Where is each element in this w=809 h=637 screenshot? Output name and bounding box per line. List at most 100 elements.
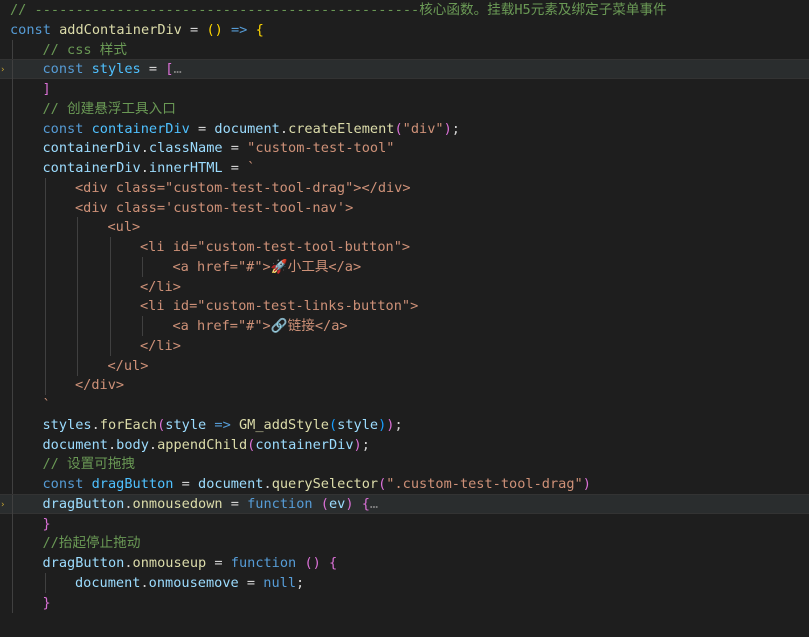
code-line[interactable]: // 设置可拖拽: [0, 454, 809, 475]
indent-guide: [44, 177, 46, 198]
code-token: ): [443, 120, 452, 137]
code-line[interactable]: </ul>: [0, 355, 809, 376]
code-line[interactable]: dragButton.onmouseup = function () {: [0, 553, 809, 573]
code-text: ]: [43, 79, 51, 99]
code-line[interactable]: document.body.appendChild(containerDiv);: [0, 434, 809, 455]
fold-marker-icon[interactable]: ›: [0, 66, 5, 75]
code-line[interactable]: styles.forEach(style => GM_addStyle(styl…: [0, 414, 809, 435]
code-token: const: [42, 476, 84, 492]
code-token: <ul>: [107, 219, 141, 236]
indent-guide: [12, 217, 13, 238]
code-line[interactable]: const addContainerDiv = () => {: [0, 20, 809, 40]
code-line[interactable]: containerDiv.innerHTML = `: [0, 158, 809, 178]
code-line[interactable]: <div class="custom-test-tool-drag"></div…: [0, 177, 809, 198]
code-line[interactable]: <li id="custom-test-tool-button">: [0, 237, 809, 257]
code-token: // 创建悬浮工具入口: [42, 100, 176, 117]
code-token: =: [140, 61, 166, 78]
code-line[interactable]: // 创建悬浮工具入口: [0, 98, 809, 119]
code-token: document: [75, 574, 141, 591]
code-token: =>: [231, 21, 248, 38]
code-token: {: [255, 21, 264, 38]
indent-guide: [12, 335, 13, 356]
indent-guide: [12, 177, 13, 198]
code-text: <ul>: [108, 217, 141, 237]
code-line[interactable]: const containerDiv = document.createElem…: [0, 118, 809, 139]
indent-guide: [77, 237, 78, 257]
code-text: }: [43, 514, 51, 534]
indent-guide: [12, 572, 13, 593]
code-token: .: [140, 160, 149, 176]
code-token: body: [116, 436, 149, 453]
code-line[interactable]: </li>: [0, 276, 809, 297]
code-text: //抬起停止拖动: [43, 533, 141, 553]
code-line[interactable]: const dragButton = document.querySelecto…: [0, 474, 809, 494]
code-token: </li>: [140, 337, 181, 354]
indent-guide: [12, 276, 13, 297]
code-token: createElement: [288, 120, 395, 137]
code-line[interactable]: // -------------------------------------…: [0, 0, 809, 20]
code-token: document: [198, 476, 264, 492]
indent-guide: [44, 335, 46, 356]
indent-guide: [12, 474, 13, 494]
code-token: ev: [328, 495, 346, 512]
code-line[interactable]: <li id="custom-test-links-button">: [0, 296, 809, 317]
code-line[interactable]: › const styles = […: [0, 59, 809, 81]
code-token: `: [42, 397, 51, 413]
code-token: .: [279, 120, 289, 137]
code-editor[interactable]: // -------------------------------------…: [0, 0, 809, 637]
code-token: }: [42, 594, 51, 611]
code-line[interactable]: › dragButton.onmousedown = function (ev) …: [0, 493, 809, 515]
code-line[interactable]: <a href="#">🔗链接</a>: [0, 316, 809, 336]
code-line[interactable]: }: [0, 513, 809, 534]
code-text: // css 样式: [43, 40, 127, 60]
code-line[interactable]: }: [0, 592, 809, 613]
code-line[interactable]: `: [0, 395, 809, 415]
code-token: {: [329, 555, 338, 571]
code-text: }: [43, 593, 51, 613]
code-line[interactable]: <a href="#">🚀小工具</a>: [0, 256, 809, 277]
code-token: "custom-test-tool": [247, 140, 395, 157]
indent-guide: [12, 39, 13, 60]
code-token: containerDiv: [42, 140, 141, 157]
code-token: (: [394, 120, 403, 137]
indent-guide: [77, 276, 78, 297]
indent-guide: [12, 454, 13, 475]
code-line[interactable]: </li>: [0, 335, 809, 356]
indent-guide: [109, 276, 111, 297]
code-token: =: [173, 476, 199, 492]
code-token: const: [42, 120, 84, 137]
fold-marker-icon[interactable]: ›: [0, 500, 5, 509]
code-token: ;: [296, 574, 305, 591]
code-token: // 设置可拖拽: [42, 456, 136, 473]
code-text: <a href="#">🔗链接</a>: [173, 316, 348, 336]
indent-guide: [44, 355, 46, 376]
code-token: style: [165, 416, 207, 433]
indent-guide: [12, 60, 13, 81]
code-token: }: [42, 515, 51, 532]
code-line[interactable]: containerDiv.className = "custom-test-to…: [0, 138, 809, 159]
code-line[interactable]: //抬起停止拖动: [0, 533, 809, 554]
code-line[interactable]: <div class='custom-test-tool-nav'>: [0, 197, 809, 218]
indent-guide: [44, 217, 46, 238]
indent-guide: [12, 256, 13, 277]
indent-guide: [12, 355, 13, 376]
code-token: dragButton: [42, 555, 125, 571]
code-text: dragButton.onmousedown = function (ev) {…: [43, 495, 379, 513]
indent-guide: [12, 592, 13, 613]
indent-guide: [12, 494, 13, 515]
code-line[interactable]: </div>: [0, 375, 809, 396]
code-line[interactable]: ]: [0, 79, 809, 99]
indent-guide: [12, 98, 13, 119]
code-token: ): [353, 436, 362, 453]
code-line[interactable]: <ul>: [0, 217, 809, 238]
code-token: null: [263, 574, 297, 591]
code-text: const addContainerDiv = () => {: [10, 20, 264, 40]
code-line[interactable]: // css 样式: [0, 39, 809, 60]
code-line[interactable]: document.onmousemove = null;: [0, 572, 809, 593]
